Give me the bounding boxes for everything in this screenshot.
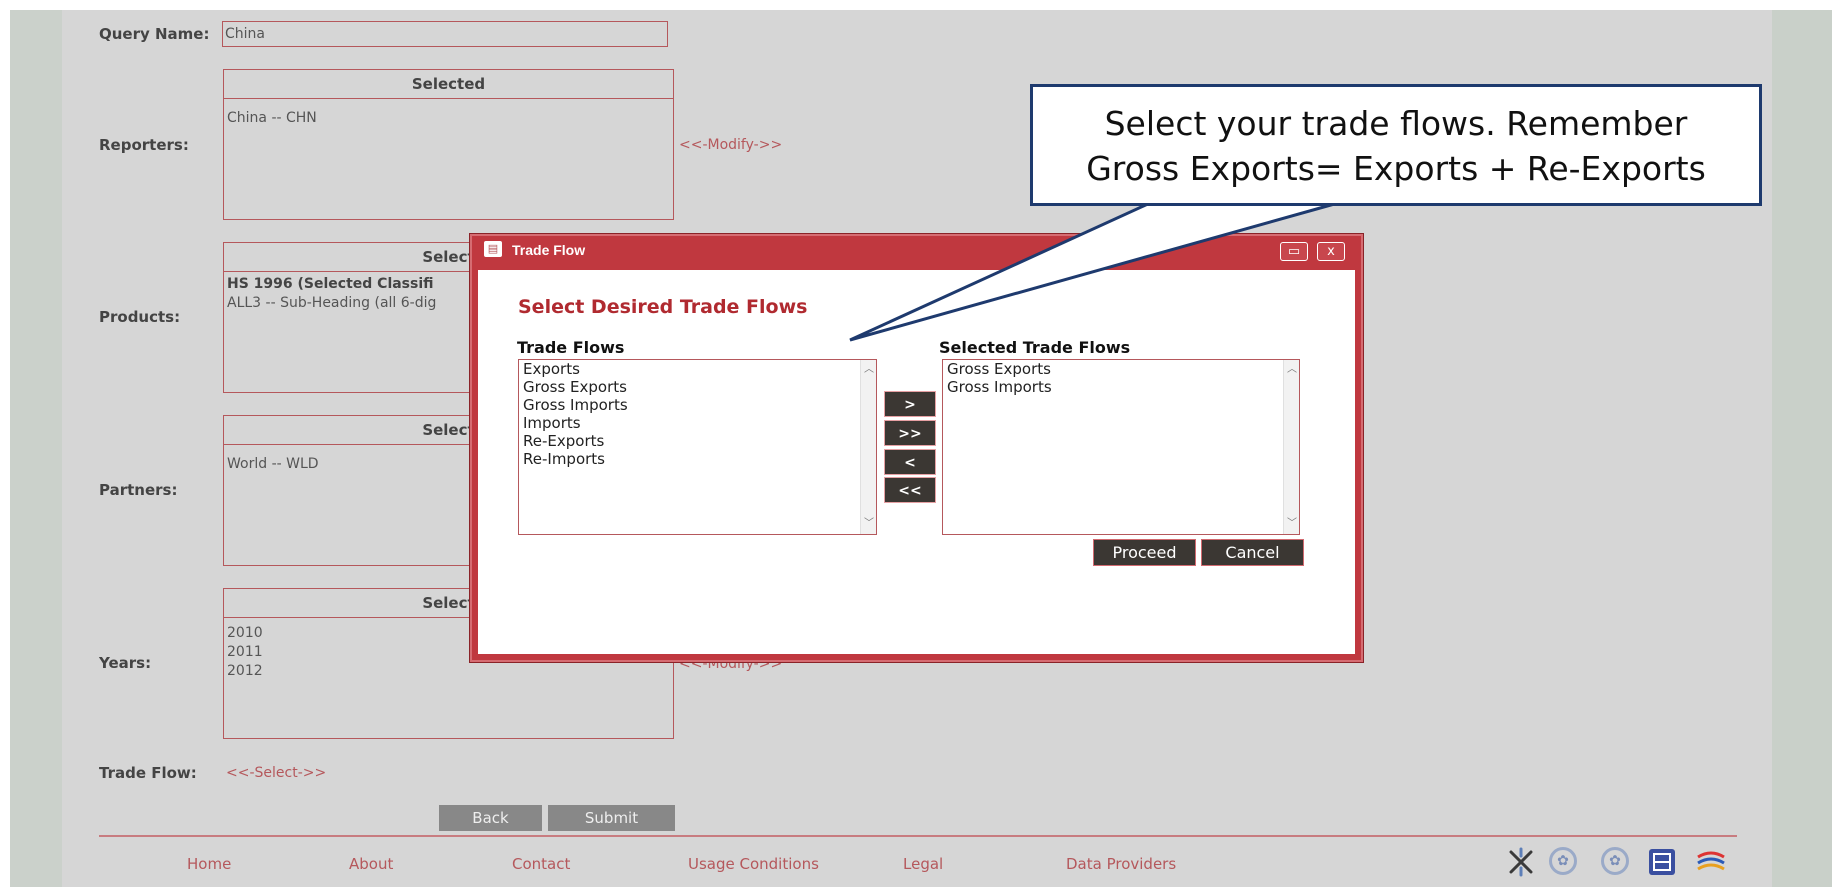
callout-line-1: Select your trade flows. Remember (1104, 104, 1688, 143)
selected-trade-flow-option[interactable]: Gross Imports (943, 378, 1299, 396)
dialog-title-bar[interactable]: ▤ Trade Flow ▭ x (470, 234, 1363, 266)
partners-label: Partners: (99, 481, 178, 499)
footer-link-home[interactable]: Home (187, 855, 231, 873)
selected-trade-flows-label: Selected Trade Flows (939, 338, 1131, 357)
footer-link-contact[interactable]: Contact (512, 855, 570, 873)
footer-link-data-providers[interactable]: Data Providers (1066, 855, 1176, 873)
add-selected-button[interactable]: > (884, 391, 936, 417)
footer-link-about[interactable]: About (349, 855, 393, 873)
callout-line-2: Gross Exports= Exports + Re-Exports (1086, 149, 1706, 188)
trade-flows-list[interactable]: Exports Gross Exports Gross Imports Impo… (518, 359, 877, 535)
scroll-down-icon[interactable]: ﹀ (1286, 518, 1298, 530)
scroll-up-icon[interactable]: ︿ (1286, 364, 1298, 376)
query-name-value: China (225, 26, 265, 42)
selected-trade-flows-scrollbar[interactable]: ︿ ﹀ (1283, 360, 1299, 534)
footer-link-legal[interactable]: Legal (903, 855, 943, 873)
trade-flows-label: Trade Flows (517, 338, 625, 357)
products-label: Products: (99, 308, 181, 326)
unctad-logo-icon[interactable]: ✿ (1549, 847, 1577, 875)
submit-button[interactable]: Submit (548, 805, 675, 831)
trade-flow-option[interactable]: Gross Imports (519, 396, 876, 414)
back-button[interactable]: Back (439, 805, 542, 831)
trade-flows-scrollbar[interactable]: ︿ ﹀ (860, 360, 876, 534)
page-left-margin (10, 10, 62, 887)
close-icon[interactable]: x (1317, 242, 1345, 261)
remove-all-button[interactable]: << (884, 477, 936, 503)
reporters-box: Selected China -- CHN (223, 69, 674, 220)
remove-selected-button[interactable]: < (884, 449, 936, 475)
year-item: 2012 (227, 663, 263, 679)
itc-logo-icon[interactable] (1649, 849, 1675, 875)
trade-flow-option[interactable]: Gross Exports (519, 378, 876, 396)
trade-flow-option[interactable]: Re-Exports (519, 432, 876, 450)
reporters-modify-link[interactable]: <<-Modify->> (679, 137, 782, 153)
add-all-button[interactable]: >> (884, 420, 936, 446)
proceed-button[interactable]: Proceed (1093, 539, 1196, 566)
trade-flow-option[interactable]: Re-Imports (519, 450, 876, 468)
reporters-item: China -- CHN (227, 110, 317, 126)
world-bank-logo-icon[interactable] (1506, 847, 1536, 877)
scroll-down-icon[interactable]: ﹀ (863, 518, 875, 530)
years-label: Years: (99, 654, 152, 672)
trade-flow-option[interactable]: Imports (519, 414, 876, 432)
window-icon: ▤ (484, 241, 502, 257)
footer-link-usage-conditions[interactable]: Usage Conditions (688, 855, 819, 873)
un-logo-icon[interactable]: ✿ (1601, 847, 1629, 875)
cancel-button[interactable]: Cancel (1201, 539, 1304, 566)
page-right-margin (1772, 10, 1832, 887)
instruction-callout: Select your trade flows. Remember Gross … (1030, 84, 1762, 206)
trade-flow-label: Trade Flow: (99, 764, 197, 782)
selected-trade-flow-option[interactable]: Gross Exports (943, 360, 1299, 378)
query-name-input[interactable]: China (222, 21, 668, 47)
restore-icon[interactable]: ▭ (1280, 242, 1308, 261)
reporters-box-header: Selected (224, 70, 673, 99)
query-name-label: Query Name: (99, 25, 210, 43)
selected-trade-flows-list[interactable]: Gross Exports Gross Imports ︿ ﹀ (942, 359, 1300, 535)
wto-logo-icon[interactable] (1695, 847, 1727, 877)
reporters-label: Reporters: (99, 136, 189, 154)
dialog-title: Trade Flow (512, 242, 586, 258)
footer-divider (99, 835, 1737, 837)
trade-flow-option[interactable]: Exports (519, 360, 876, 378)
trade-flow-select-link[interactable]: <<-Select->> (226, 765, 326, 781)
dialog-heading: Select Desired Trade Flows (518, 296, 808, 318)
scroll-up-icon[interactable]: ︿ (863, 364, 875, 376)
